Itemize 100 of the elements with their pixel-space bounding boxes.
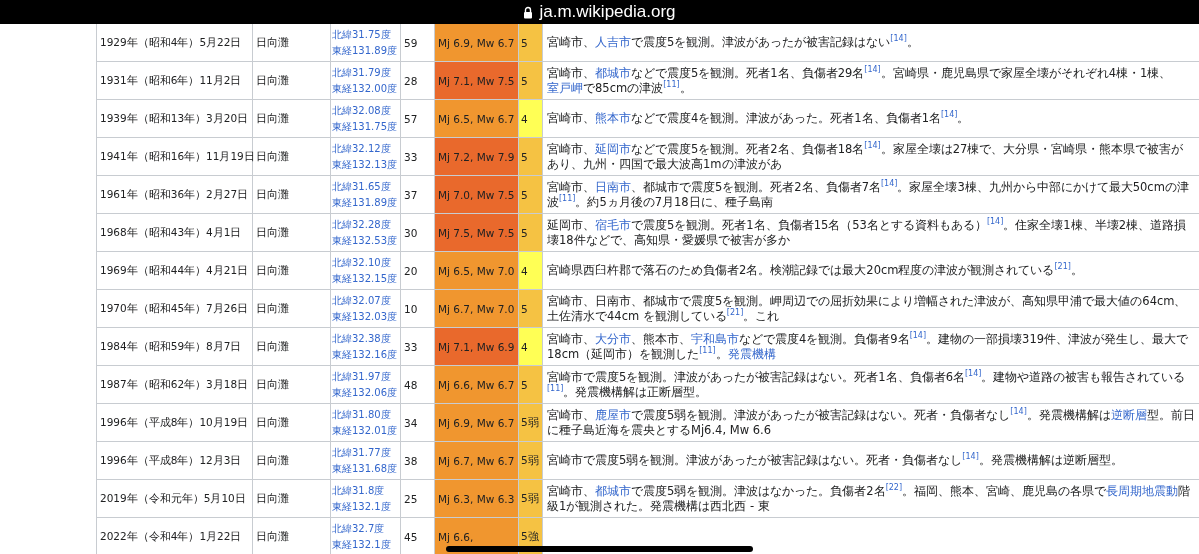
coordinate-link[interactable]: 北緯32.10度	[332, 254, 399, 271]
magnitude-cell: Mj 7.1, Mw 6.9	[434, 327, 519, 366]
coordinate-link[interactable]: 北緯31.65度	[332, 178, 399, 195]
coordinate-link[interactable]: 北緯32.38度	[332, 330, 399, 347]
place-link[interactable]: 熊本市	[595, 111, 631, 125]
date-cell: 1984年（昭和59年）8月7日	[96, 327, 253, 366]
reference-link[interactable]: [11]	[699, 345, 716, 355]
region-cell: 日向灘	[252, 24, 331, 62]
date-cell: 2019年（令和元年）5月10日	[96, 479, 253, 518]
reference-link[interactable]: [14]	[986, 216, 1004, 226]
reference-link[interactable]: [14]	[909, 330, 927, 340]
depth-cell: 33	[400, 327, 435, 366]
magnitude-cell: Mj 7.0, Mw 7.5	[434, 175, 519, 214]
date-cell: 1961年（昭和36年）2月27日	[96, 175, 253, 214]
magnitude-cell: Mj 6.9, Mw 6.7	[434, 403, 519, 442]
description-text: 宮崎市、日南市、都城市で震度5を観測。岬周辺での屈折効果により増幅された津波が、高知県甲浦で最大値の64cm、土佐清水で44cm を観測している$^{[21]}$。これ	[547, 293, 1188, 324]
reference-link[interactable]: [14]	[940, 110, 958, 120]
place-link[interactable]: 延岡市	[595, 141, 631, 156]
description-text: 宮崎市、日南市、都城市で震度5を観測。死者2名、負傷者7名$^{[14]}$。家屋全壊3棟、九州から中部にかけて最大50cmの津波$^{[11]}$。約5ヵ月後の7月18日に、種子島南	[547, 179, 1190, 210]
coordinate-link[interactable]: 東経131.75度	[332, 118, 399, 135]
coordinate-link[interactable]: 東経132.01度	[332, 422, 399, 439]
coordinate-link[interactable]: 北緯31.80度	[332, 406, 399, 423]
coordinate-link[interactable]: 東経131.89度	[332, 194, 399, 211]
depth-cell: 33	[400, 137, 435, 176]
description-text: 延岡市、宿毛市で震度5を観測。死者1名、負傷者15名（53名とする資料もある）$^{[14]}$。住家全壊1棟、半壊2棟、道路損壊18件などで、高知県・愛媛県で被害が多か	[547, 217, 1187, 248]
coordinate-link[interactable]: 北緯31.75度	[332, 26, 399, 43]
reference-link[interactable]: [14]	[864, 140, 881, 150]
coordinate-link[interactable]: 東経132.16度	[332, 346, 399, 363]
coordinate-link[interactable]: 北緯32.07度	[332, 292, 399, 309]
place-link[interactable]: 宇和島市	[691, 331, 739, 346]
coordinate-link[interactable]: 北緯31.97度	[332, 368, 399, 385]
place-link[interactable]: 発震機構	[727, 346, 776, 361]
coordinate-link[interactable]: 北緯32.7度	[332, 520, 399, 537]
place-link[interactable]: 都城市	[595, 65, 631, 80]
place-link[interactable]: 室戸岬	[547, 80, 583, 95]
reference-link[interactable]: [14]	[890, 34, 907, 44]
depth-cell: 34	[400, 403, 435, 442]
coordinate-link[interactable]: 東経132.53度	[332, 232, 399, 249]
reference-link[interactable]: [11]	[663, 79, 680, 89]
magnitude-cell: Mj 6.7, Mw 6.7	[434, 441, 519, 480]
region-cell: 日向灘	[252, 479, 331, 518]
date-cell: 1968年（昭和43年）4月1日	[96, 213, 253, 252]
reference-link[interactable]: [14]	[964, 368, 982, 378]
place-link[interactable]: 人吉市	[595, 35, 631, 49]
coordinate-link[interactable]: 東経132.03度	[332, 308, 399, 325]
coordinate-link[interactable]: 東経132.06度	[332, 384, 399, 401]
depth-cell: 37	[400, 175, 435, 214]
date-cell: 2022年（令和4年）1月22日	[96, 517, 253, 554]
reference-link[interactable]: [14]	[880, 178, 898, 188]
url-text[interactable]: ja.m.wikipedia.org	[539, 2, 676, 22]
region-cell: 日向灘	[252, 175, 331, 214]
coordinate-link[interactable]: 北緯32.08度	[332, 102, 399, 119]
place-link[interactable]: 都城市	[595, 483, 631, 498]
depth-cell: 30	[400, 213, 435, 252]
coordinate-link[interactable]: 東経132.15度	[332, 270, 399, 287]
depth-cell: 20	[400, 251, 435, 290]
coordinate-link[interactable]: 北緯32.12度	[332, 140, 399, 157]
magnitude-cell: Mj 7.1, Mw 7.5	[434, 61, 519, 100]
coordinate-link[interactable]: 東経131.68度	[332, 460, 399, 477]
depth-cell: 59	[400, 24, 435, 62]
magnitude-cell: Mj 6.6, Mw 6.7	[434, 365, 519, 404]
coordinate-link[interactable]: 東経132.1度	[332, 498, 399, 515]
region-cell: 日向灘	[252, 137, 331, 176]
description-text: 宮崎市、熊本市などで震度4を観測。津波があった。死者1名、負傷者1名$^{[14]}$。	[547, 111, 971, 126]
region-cell: 日向灘	[252, 99, 331, 138]
region-cell: 日向灘	[252, 213, 331, 252]
reference-link[interactable]: [14]	[864, 64, 881, 74]
place-link[interactable]: 日南市	[595, 179, 631, 194]
reference-link[interactable]: [21]	[1054, 262, 1071, 272]
description-text: 宮崎市、都城市などで震度5を観測。死者1名、負傷者29名$^{[14]}$。宮崎県・鹿児島県で家屋全壊がそれぞれ4棟・1棟、 室戸岬で85cmの津波$^{[11]}$。	[547, 65, 1173, 96]
date-cell: 1939年（昭和13年）3月20日	[96, 99, 253, 138]
reference-link[interactable]: [14]	[1010, 406, 1027, 416]
date-cell: 1970年（昭和45年）7月26日	[96, 289, 253, 328]
coordinate-link[interactable]: 東経132.1度	[332, 536, 399, 553]
date-cell: 1996年（平成8年）10月19日	[96, 403, 253, 442]
coordinate-link[interactable]: 東経132.00度	[332, 80, 399, 97]
place-link[interactable]: 逆断層	[1110, 407, 1147, 422]
date-cell: 1996年（平成8年）12月3日	[96, 441, 253, 480]
coordinate-link[interactable]: 北緯32.28度	[332, 216, 399, 233]
coordinate-link[interactable]: 北緯31.8度	[332, 482, 399, 499]
coordinate-link[interactable]: 北緯31.79度	[332, 64, 399, 81]
place-link[interactable]: 大分市	[595, 331, 631, 346]
reference-link[interactable]: [11]	[547, 383, 564, 393]
reference-link[interactable]: [11]	[559, 193, 576, 203]
region-cell: 日向灘	[252, 441, 331, 480]
coordinate-link[interactable]: 東経131.89度	[332, 42, 399, 59]
magnitude-cell: Mj 7.5, Mw 7.5	[434, 213, 519, 252]
description-text: 宮崎市、鹿屋市で震度5弱を観測。津波があったが被害記録はない。死者・負傷者なし$^{[14]}$。発震機構解は逆断層型。前日に種子島近海を震央とするMj6.4, Mw 6.6	[547, 407, 1195, 438]
coordinate-link[interactable]: 東経132.13度	[332, 156, 399, 173]
magnitude-cell: Mj 6.3, Mw 6.3	[434, 479, 519, 518]
reference-link[interactable]: [14]	[962, 452, 979, 462]
place-link[interactable]: 長周期地震動	[1106, 483, 1179, 498]
place-link[interactable]: 鹿屋市	[595, 407, 631, 422]
reference-link[interactable]: [21]	[726, 307, 744, 317]
coordinate-link[interactable]: 北緯31.77度	[332, 444, 399, 461]
depth-cell: 38	[400, 441, 435, 480]
reference-link[interactable]: [22]	[885, 482, 903, 492]
place-link[interactable]: 宿毛市	[595, 217, 631, 232]
date-cell: 1931年（昭和6年）11月2日	[96, 61, 253, 100]
description-text: 宮崎市、大分市、熊本市、宇和島市などで震度4を観測。負傷者9名$^{[14]}$。建物の一部損壊319件、津波が発生し、最大で18cm（延岡市）を観測した$^{[11]}$。発震機構	[547, 331, 1189, 362]
